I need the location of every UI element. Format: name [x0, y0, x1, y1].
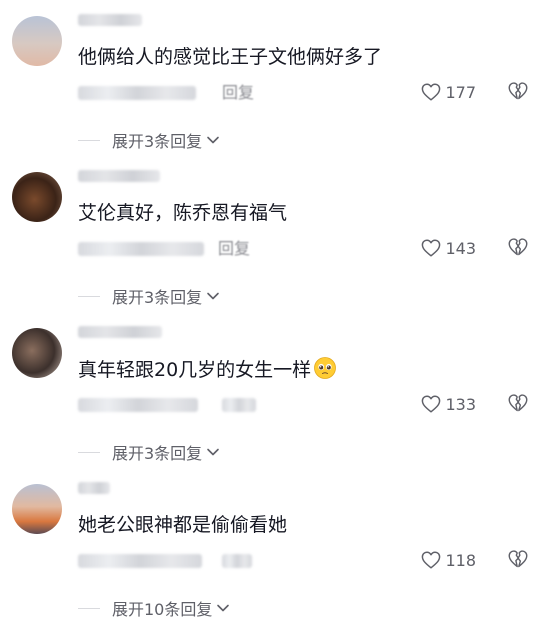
- comment-meta-blurred: [78, 242, 204, 256]
- comment-text: 艾伦真好，陈乔恩有福气: [78, 202, 288, 224]
- comment-item: 他俩给人的感觉比王子文他俩好多了 回复 177 展开3条回复: [0, 0, 542, 156]
- expand-replies-button[interactable]: 展开10条回复: [78, 596, 230, 620]
- username-blurred[interactable]: [78, 14, 142, 26]
- comment-text: 他俩给人的感觉比王子文他俩好多了: [78, 46, 383, 68]
- broken-heart-icon[interactable]: [508, 237, 528, 257]
- heart-outline-icon: [422, 551, 441, 569]
- broken-heart-icon[interactable]: [508, 393, 528, 413]
- comment-meta-blurred: [78, 398, 198, 412]
- like-count: 143: [445, 238, 476, 258]
- reply-button[interactable]: 回复: [218, 239, 250, 259]
- expand-replies-label: 展开3条回复: [112, 288, 203, 307]
- divider: [78, 451, 100, 453]
- heart-outline-icon: [422, 239, 441, 257]
- comment-meta-blurred: [78, 86, 196, 100]
- expand-replies-label: 展开3条回复: [112, 444, 203, 463]
- expand-replies-button[interactable]: 展开3条回复: [78, 128, 220, 152]
- comment-item: 艾伦真好，陈乔恩有福气 回复 143 展开3条回复: [0, 156, 542, 312]
- like-count: 177: [445, 82, 476, 102]
- divider: [78, 295, 100, 297]
- expand-replies-button[interactable]: 展开3条回复: [78, 284, 220, 308]
- broken-heart-icon[interactable]: [508, 549, 528, 569]
- reply-button[interactable]: 回复: [222, 83, 254, 103]
- expand-replies-label: 展开3条回复: [112, 132, 203, 151]
- heart-outline-icon: [422, 83, 441, 101]
- comment-text-content: 真年轻跟20几岁的女生一样: [78, 359, 312, 381]
- like-button[interactable]: 177: [421, 80, 476, 104]
- reply-button-blurred[interactable]: [222, 554, 252, 568]
- chevron-down-icon: [207, 136, 219, 144]
- username-blurred[interactable]: [78, 326, 162, 338]
- divider: [78, 607, 100, 609]
- expand-replies-label: 展开10条回复: [112, 600, 213, 619]
- comment-text: 她老公眼神都是偷偷看她: [78, 514, 288, 536]
- like-button[interactable]: 143: [421, 236, 476, 260]
- chevron-down-icon: [207, 292, 219, 300]
- username-blurred[interactable]: [78, 170, 160, 182]
- avatar[interactable]: [12, 172, 62, 222]
- like-count: 118: [445, 550, 476, 570]
- comment-meta-blurred: [78, 554, 202, 568]
- comment-text: 真年轻跟20几岁的女生一样: [78, 356, 337, 383]
- divider: [78, 139, 100, 141]
- like-button[interactable]: 118: [421, 548, 476, 572]
- like-button[interactable]: 133: [421, 392, 476, 416]
- comment-item: 她老公眼神都是偷偷看她 118 展开10条回复: [0, 468, 542, 624]
- pleading-face-emoji: [314, 357, 337, 379]
- reply-button-blurred[interactable]: [222, 398, 256, 412]
- avatar[interactable]: [12, 328, 62, 378]
- heart-outline-icon: [422, 395, 441, 413]
- chevron-down-icon: [207, 448, 219, 456]
- username-blurred[interactable]: [78, 482, 110, 494]
- expand-replies-button[interactable]: 展开3条回复: [78, 440, 220, 464]
- avatar[interactable]: [12, 484, 62, 534]
- avatar[interactable]: [12, 16, 62, 66]
- comment-item: 真年轻跟20几岁的女生一样 133 展开3条回复: [0, 312, 542, 468]
- chevron-down-icon: [217, 604, 230, 612]
- broken-heart-icon[interactable]: [508, 81, 528, 101]
- like-count: 133: [445, 394, 476, 414]
